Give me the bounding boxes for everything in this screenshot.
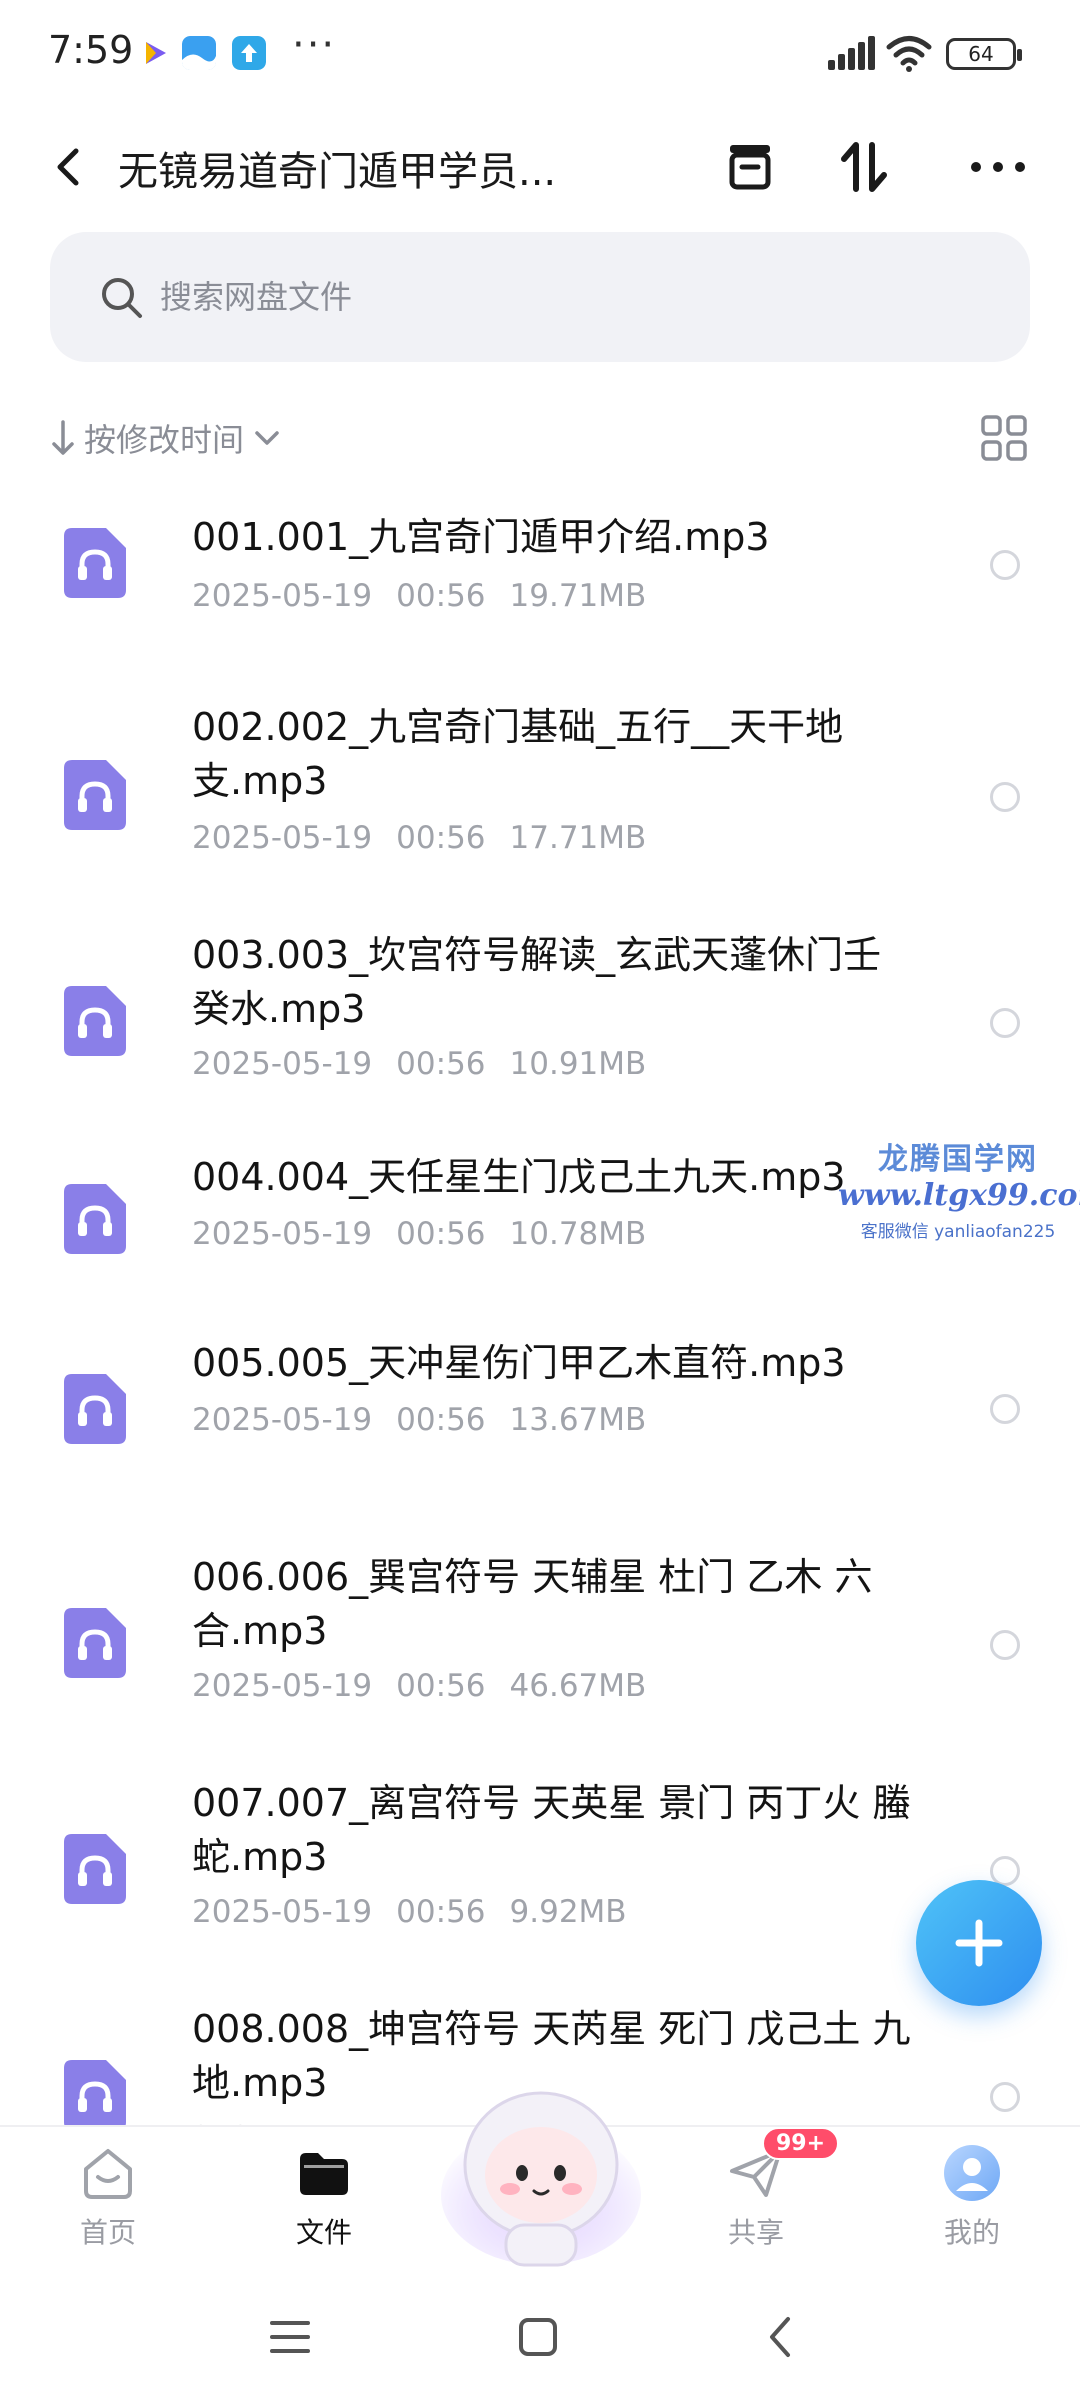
nav-share[interactable]: 99+ 共享 [686, 2127, 840, 2277]
select-radio[interactable] [990, 1630, 1020, 1660]
gallery-app-icon [182, 36, 216, 70]
file-meta: 2025-05-19 00:56 13.67MB [192, 1402, 647, 1438]
audio-file-icon [64, 986, 126, 1056]
list-item[interactable]: 005.005_天冲星伤门甲乙木直符.mp3 2025-05-19 00:56 13… [0, 1336, 1080, 1550]
watermark-url: www.ltgx99.com [838, 1178, 1080, 1213]
nav-me[interactable]: 我的 [902, 2127, 1042, 2277]
nav-files-label: 文件 [295, 2216, 352, 2249]
watermark-title: 龙腾国学网 [878, 1142, 1038, 1177]
list-item[interactable]: 006.006_巽宫符号 天辅星 杜门 乙木 六合.mp3 2025-05-19… [0, 1550, 1080, 1776]
battery-indicator: 64 [946, 38, 1022, 70]
search-icon [102, 278, 142, 318]
file-name: 004.004_天任星生门戊己土九天.mp3 [192, 1155, 846, 1199]
file-meta: 2025-05-19 00:56 10.91MB [192, 1046, 647, 1082]
select-radio[interactable] [990, 550, 1020, 580]
search-bar[interactable] [50, 232, 1030, 362]
plus-icon [955, 1919, 1003, 1967]
chevron-down-icon [255, 431, 279, 445]
status-overflow: ··· [292, 22, 337, 68]
file-name: 007.007_离宫符号 天英星 景门 丙丁火 螣蛇.mp3 [192, 1781, 911, 1879]
header: 无镜易道奇门遁甲学员... [0, 115, 1080, 225]
grid-view-icon[interactable] [980, 414, 1028, 462]
search-input[interactable] [160, 262, 980, 332]
status-time: 7:59 [48, 28, 134, 72]
audio-file-icon [64, 1184, 126, 1254]
file-name: 005.005_天冲星伤门甲乙木直符.mp3 [192, 1341, 846, 1385]
wifi-icon [886, 36, 932, 72]
share-badge: 99+ [762, 2127, 840, 2160]
audio-file-icon [64, 528, 126, 598]
file-meta: 2025-05-19 00:56 10.78MB [192, 1216, 647, 1252]
watermark: 龙腾国学网 www.ltgx99.com 客服微信 yanliaofan225 [838, 1134, 1080, 1242]
file-meta: 2025-05-19 00:56 9.92MB [192, 1894, 627, 1930]
back-icon[interactable] [40, 137, 100, 197]
folder-icon [300, 2153, 348, 2195]
file-meta: 2025-05-19 00:56 19.71MB [192, 578, 647, 614]
select-radio[interactable] [990, 2082, 1020, 2112]
nav-me-label: 我的 [943, 2216, 1000, 2249]
mascot-icon[interactable] [436, 2065, 646, 2275]
file-name: 001.001_九宫奇门遁甲介绍.mp3 [192, 515, 770, 559]
file-name: 006.006_巽宫符号 天辅星 杜门 乙木 六合.mp3 [192, 1555, 873, 1653]
home-icon [84, 2149, 132, 2199]
audio-file-icon [64, 760, 126, 830]
upload-app-icon [232, 36, 266, 70]
signal-icon [828, 36, 875, 70]
select-radio[interactable] [990, 1394, 1020, 1424]
more-icon[interactable] [966, 135, 1030, 199]
sort-button[interactable]: 按修改时间 [50, 410, 292, 466]
menu-icon[interactable] [260, 2307, 320, 2367]
home-square-icon[interactable] [508, 2307, 568, 2367]
nav-home[interactable]: 首页 [38, 2127, 178, 2277]
list-item[interactable]: 002.002_九宫奇门基础_五行__天干地支.mp3 2025-05-19 00… [0, 700, 1080, 928]
nav-home-label: 首页 [79, 2216, 136, 2249]
archive-icon[interactable] [718, 135, 782, 199]
add-button[interactable] [916, 1880, 1042, 2006]
avatar [944, 2145, 1000, 2201]
file-name: 003.003_坎宫符号解读_玄武天蓬休门壬癸水.mp3 [192, 933, 882, 1031]
nav-share-label: 共享 [727, 2216, 784, 2249]
sort-label: 按修改时间 [84, 421, 245, 459]
audio-file-icon [64, 1608, 126, 1678]
watermark-contact: 客服微信 yanliaofan225 [860, 1222, 1056, 1242]
transfer-icon[interactable] [832, 135, 896, 199]
select-radio[interactable] [990, 782, 1020, 812]
audio-file-icon [64, 1374, 126, 1444]
status-bar: 7:59 ··· 64 [0, 0, 1080, 110]
select-radio[interactable] [990, 1008, 1020, 1038]
file-meta: 2025-05-19 00:56 17.71MB [192, 820, 647, 856]
video-app-icon [146, 42, 166, 64]
folder-title: 无镜易道奇门遁甲学员... [118, 149, 557, 195]
nav-files[interactable]: 文件 [254, 2127, 394, 2277]
audio-file-icon [64, 2060, 126, 2130]
file-meta: 2025-05-19 00:56 46.67MB [192, 1668, 647, 1704]
audio-file-icon [64, 1834, 126, 1904]
list-item[interactable]: 001.001_九宫奇门遁甲介绍.mp3 2025-05-19 00:56 19.7… [0, 490, 1080, 700]
system-nav [0, 2275, 1080, 2400]
sort-arrow-icon [52, 420, 74, 455]
file-name: 002.002_九宫奇门基础_五行__天干地支.mp3 [192, 705, 844, 803]
system-back-icon[interactable] [752, 2307, 812, 2367]
list-item[interactable]: 003.003_坎宫符号解读_玄武天蓬休门壬癸水.mp3 2025-05-19 0… [0, 928, 1080, 1150]
